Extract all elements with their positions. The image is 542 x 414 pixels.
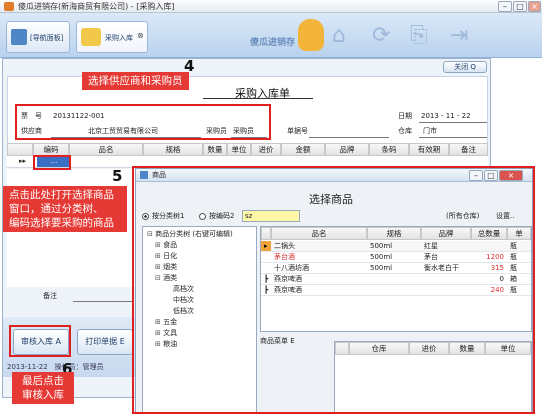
tab-close-icon[interactable]: ⊗ bbox=[137, 31, 144, 40]
title-underline bbox=[203, 98, 313, 99]
warehouse-label: 仓库 bbox=[398, 127, 412, 135]
mascot-icon bbox=[298, 19, 324, 51]
step-6-line-2: 审核入库 bbox=[22, 389, 64, 401]
header-blank bbox=[7, 143, 33, 156]
grid-icon bbox=[11, 29, 27, 45]
receipt-field[interactable] bbox=[309, 137, 389, 138]
close-window-button[interactable]: × bbox=[528, 1, 541, 12]
export-icon[interactable]: ⎘ bbox=[410, 23, 428, 48]
col-barcode: 条码 bbox=[369, 143, 409, 156]
step-5-line-1: 点击此处打开选择商品 bbox=[9, 189, 114, 201]
tab-purchase-in[interactable]: 采购入库 ⊗ bbox=[76, 21, 148, 53]
app-icon bbox=[4, 2, 14, 11]
supplier-highlight bbox=[15, 104, 271, 140]
step-5-line-2: 窗口，通过分类树、 bbox=[9, 203, 104, 215]
col-qty: 数量 bbox=[203, 143, 227, 156]
toolbar: [导航面板] 采购入库 ⊗ 傻瓜进销存 ⌂ ⟳ ⎘ ⇥ bbox=[0, 13, 542, 58]
col-price: 进价 bbox=[251, 143, 281, 156]
step-4-label: 选择供应商和采购员 bbox=[82, 72, 189, 90]
close-form-button[interactable]: 关闭 Q bbox=[443, 61, 487, 73]
col-spec: 规格 bbox=[143, 143, 203, 156]
col-name: 品名 bbox=[69, 143, 143, 156]
logout-icon[interactable]: ⇥ bbox=[450, 23, 468, 48]
receipt-label: 单据号 bbox=[287, 127, 308, 135]
date-label: 日期 bbox=[398, 112, 412, 120]
print-button[interactable]: 打印单据 E bbox=[77, 329, 133, 355]
row-marker: ▸▸ bbox=[19, 157, 27, 165]
date-field[interactable]: 2013 - 11 - 22 bbox=[421, 111, 471, 122]
col-brand: 品牌 bbox=[325, 143, 369, 156]
step-5-number: 5 bbox=[112, 167, 123, 185]
date-underline bbox=[419, 122, 487, 123]
note-field[interactable] bbox=[73, 301, 133, 302]
minimize-button[interactable]: – bbox=[498, 1, 512, 12]
step-5-label: 点击此处打开选择商品 窗口，通过分类树、 编码选择要采购的商品 bbox=[3, 186, 127, 232]
tab-navigation[interactable]: [导航面板] bbox=[6, 21, 70, 53]
brand-text: 傻瓜进销存 bbox=[250, 38, 296, 48]
refresh-icon[interactable]: ⟳ bbox=[372, 23, 390, 48]
window-title: 傻瓜进销存(新海商贸有限公司) - [采购入库] bbox=[18, 2, 175, 11]
warehouse-field[interactable]: 门市 bbox=[423, 126, 437, 137]
home-icon[interactable]: ⌂ bbox=[332, 23, 346, 48]
note-label: 备注 bbox=[43, 292, 57, 300]
col-expiry: 有效期 bbox=[409, 143, 449, 156]
step-5-line-3: 编码选择要采购的商品 bbox=[9, 217, 114, 229]
maximize-button[interactable]: □ bbox=[513, 1, 527, 12]
item-table-header: 编码 品名 规格 数量 单位 进价 金额 品牌 条码 有效期 备注 bbox=[7, 143, 488, 156]
audit-highlight bbox=[9, 325, 71, 357]
col-unit: 单位 bbox=[227, 143, 251, 156]
col-amount: 金额 bbox=[281, 143, 325, 156]
step-6-label: 最后点击 审核入库 bbox=[12, 372, 74, 404]
select-item-highlight bbox=[33, 155, 71, 170]
warehouse-underline bbox=[419, 137, 487, 138]
col-remark: 备注 bbox=[449, 143, 488, 156]
step-6-line-1: 最后点击 bbox=[22, 375, 64, 387]
dialog-highlight bbox=[132, 166, 535, 414]
truck-icon bbox=[81, 28, 101, 46]
title-bar: 傻瓜进销存(新海商贸有限公司) - [采购入库] – □ × bbox=[0, 0, 542, 13]
tab-purchase-in-label: 采购入库 bbox=[105, 34, 133, 42]
tab-navigation-label: [导航面板] bbox=[30, 34, 64, 42]
